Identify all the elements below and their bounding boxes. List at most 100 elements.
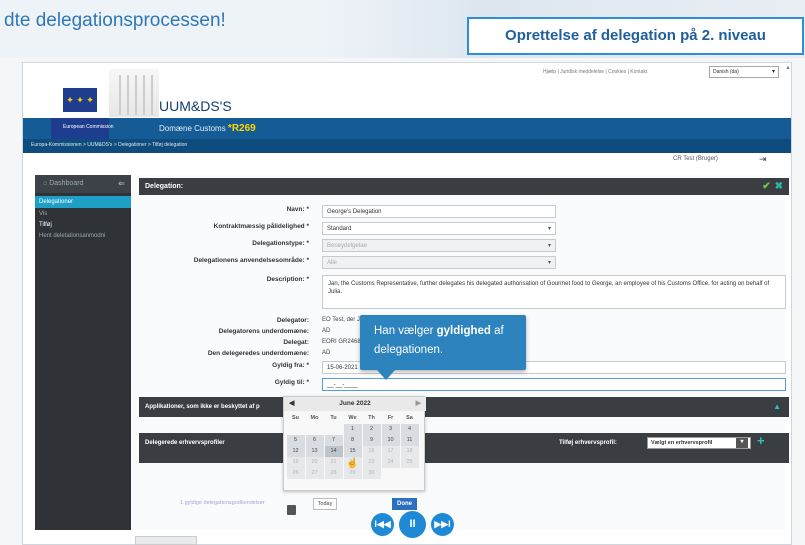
calendar-day[interactable]: 7: [324, 435, 343, 446]
pause-button[interactable]: II: [399, 511, 426, 538]
building-image: [109, 69, 159, 117]
check-icon[interactable]: ✔: [762, 181, 770, 192]
profile-select[interactable]: Vælgt en erhvervsprofil ▾: [647, 437, 751, 449]
weekday-label: Su: [291, 415, 300, 421]
add-profile-label: Tilføj erhvervsprofil:: [559, 440, 617, 446]
calendar-day[interactable]: 26: [286, 468, 305, 479]
delegator-value: EO Test, der Ju: [322, 317, 364, 323]
calendar-day[interactable]: 17: [381, 446, 400, 457]
calendar-day[interactable]: 2: [362, 424, 381, 435]
domain-name: Domæne Customs: [159, 124, 226, 133]
tooltip-arrow: [377, 370, 395, 380]
forward-button[interactable]: ▶▶I: [431, 513, 454, 536]
calendar-day[interactable]: 25: [400, 457, 419, 468]
calendar-day[interactable]: 5: [286, 435, 305, 446]
calendar-day[interactable]: 29: [343, 468, 362, 479]
calendar-day[interactable]: 13: [305, 446, 324, 457]
type-select[interactable]: Beneydelgetae ▾: [322, 239, 556, 252]
rewind-button[interactable]: I◀◀: [371, 513, 394, 536]
sidebar-collapse-icon[interactable]: ⇐: [118, 179, 125, 188]
sidebar-item-fetch[interactable]: Hent deletationsanmodni: [39, 233, 105, 239]
calendar-day[interactable]: 23: [362, 457, 381, 468]
calendar-day[interactable]: 6: [305, 435, 324, 446]
delegate-domain-value: AD: [322, 350, 331, 356]
apps-section-title: Applikationer, som ikke er beskyttet af …: [145, 404, 260, 410]
eu-logo: ✦ ✦ ✦ European Commission: [51, 88, 114, 139]
calendar-day[interactable]: 11: [400, 435, 419, 446]
contract-select[interactable]: Standard ▾: [322, 222, 556, 235]
calendar-day[interactable]: 30: [362, 468, 381, 479]
calendar-day[interactable]: 3: [381, 424, 400, 435]
calendar-day[interactable]: 10: [381, 435, 400, 446]
calendar-day[interactable]: 24: [381, 457, 400, 468]
scope-select[interactable]: Alle ▾: [322, 256, 556, 269]
app-header: Hjælp | Juridisk meddelelse | Cookies | …: [23, 63, 791, 123]
type-value: Beneydelgetae: [327, 243, 368, 249]
name-label: Navn: *: [286, 206, 309, 213]
valid-to-label: Gyldig til: *: [274, 379, 309, 386]
delegate-value: EORI GR24681: [322, 339, 365, 345]
datepicker-header: ◀ June 2022 ▶: [284, 397, 426, 411]
panel-actions: ✔ ✖: [762, 181, 783, 192]
weekday-label: We: [348, 415, 357, 421]
chevron-down-icon: ▾: [547, 243, 551, 249]
tooltip-bold: gyldighed: [436, 325, 491, 337]
domain-version: *R269: [227, 123, 256, 134]
chevron-down-icon: ▾: [736, 438, 748, 448]
sidebar: ⌂ Dashboard ⇐ Delegationer Vis Tilføj He…: [35, 175, 131, 530]
calendar-day[interactable]: 8: [343, 435, 362, 446]
calendar-day[interactable]: 27: [305, 468, 324, 479]
valid-approvals-link[interactable]: 1 gyldige delegationsgodkendelser: [180, 500, 265, 506]
sidebar-item-add[interactable]: Tilføj: [39, 222, 52, 228]
slide-caption: dte delegationsprocessen!: [4, 10, 226, 31]
delegator-label: Delegator:: [276, 317, 309, 324]
calendar-day[interactable]: 9: [362, 435, 381, 446]
close-icon[interactable]: ✖: [775, 181, 783, 192]
calendar-day[interactable]: 19: [286, 457, 305, 468]
calendar-day[interactable]: 4: [400, 424, 419, 435]
calendar-day[interactable]: 28: [324, 468, 343, 479]
done-button[interactable]: Done: [392, 498, 417, 510]
calendar-empty: [400, 468, 419, 479]
calendar-day[interactable]: 18: [400, 446, 419, 457]
row-contract: Kontraktmæssig pålidelighed * Standard ▾: [139, 222, 789, 235]
calendar-day[interactable]: 21: [324, 457, 343, 468]
name-input[interactable]: George's Delegation: [322, 205, 556, 218]
description-textarea[interactable]: Jan, the Customs Representative, further…: [322, 275, 786, 309]
tutorial-tooltip: Han vælger gyldighed af delegationen.: [360, 315, 526, 370]
calendar-day[interactable]: 14: [324, 446, 343, 457]
calendar-day[interactable]: 12: [286, 446, 305, 457]
chevron-up-icon[interactable]: ▲: [773, 402, 781, 411]
add-profile-icon[interactable]: +: [757, 433, 765, 448]
next-month-icon[interactable]: ▶: [416, 397, 421, 411]
weekday-label: Th: [368, 415, 375, 421]
calendar-day[interactable]: 1: [343, 424, 362, 435]
slide-header: dte delegationsprocessen! Oprettelse af …: [0, 0, 805, 58]
scroll-up-icon[interactable]: ▲: [785, 65, 791, 71]
calendar-empty: [324, 424, 343, 435]
calculator-icon[interactable]: [287, 505, 296, 515]
scope-value: Alle: [327, 260, 338, 266]
top-links[interactable]: Hjælp | Juridisk meddelelse | Cookies | …: [543, 69, 647, 75]
logout-icon[interactable]: ⇥: [759, 154, 767, 165]
today-button[interactable]: Today: [313, 498, 337, 510]
prev-month-icon[interactable]: ◀: [289, 397, 294, 411]
calendar-day[interactable]: 20: [305, 457, 324, 468]
chevron-down-icon: ▾: [547, 226, 551, 232]
type-label: Delegationstype: *: [252, 240, 309, 247]
language-select[interactable]: Danish (da) ▾: [709, 66, 779, 78]
sidebar-dashboard[interactable]: ⌂ Dashboard ⇐: [35, 175, 131, 193]
footer-button[interactable]: [135, 536, 197, 545]
domain-label: Domæne Customs *R269: [159, 123, 256, 134]
user-name: CR Test (Bruger): [673, 156, 718, 162]
sidebar-item-view[interactable]: Vis: [39, 211, 47, 217]
contract-label: Kontraktmæssig pålidelighed *: [213, 223, 309, 230]
panel-header: Delegation: ✔ ✖: [139, 178, 789, 195]
calendar-day[interactable]: 15: [343, 446, 362, 457]
chevron-down-icon: ▾: [771, 69, 775, 75]
chevron-down-icon: ▾: [547, 260, 551, 266]
calendar-day[interactable]: 16: [362, 446, 381, 457]
breadcrumb[interactable]: Europa-Kommissionen > UUM&DS's > Delegat…: [23, 139, 791, 153]
sidebar-item-delegations[interactable]: Delegationer: [35, 196, 131, 208]
apps-section[interactable]: Applikationer, som ikke er beskyttet af …: [139, 397, 789, 417]
